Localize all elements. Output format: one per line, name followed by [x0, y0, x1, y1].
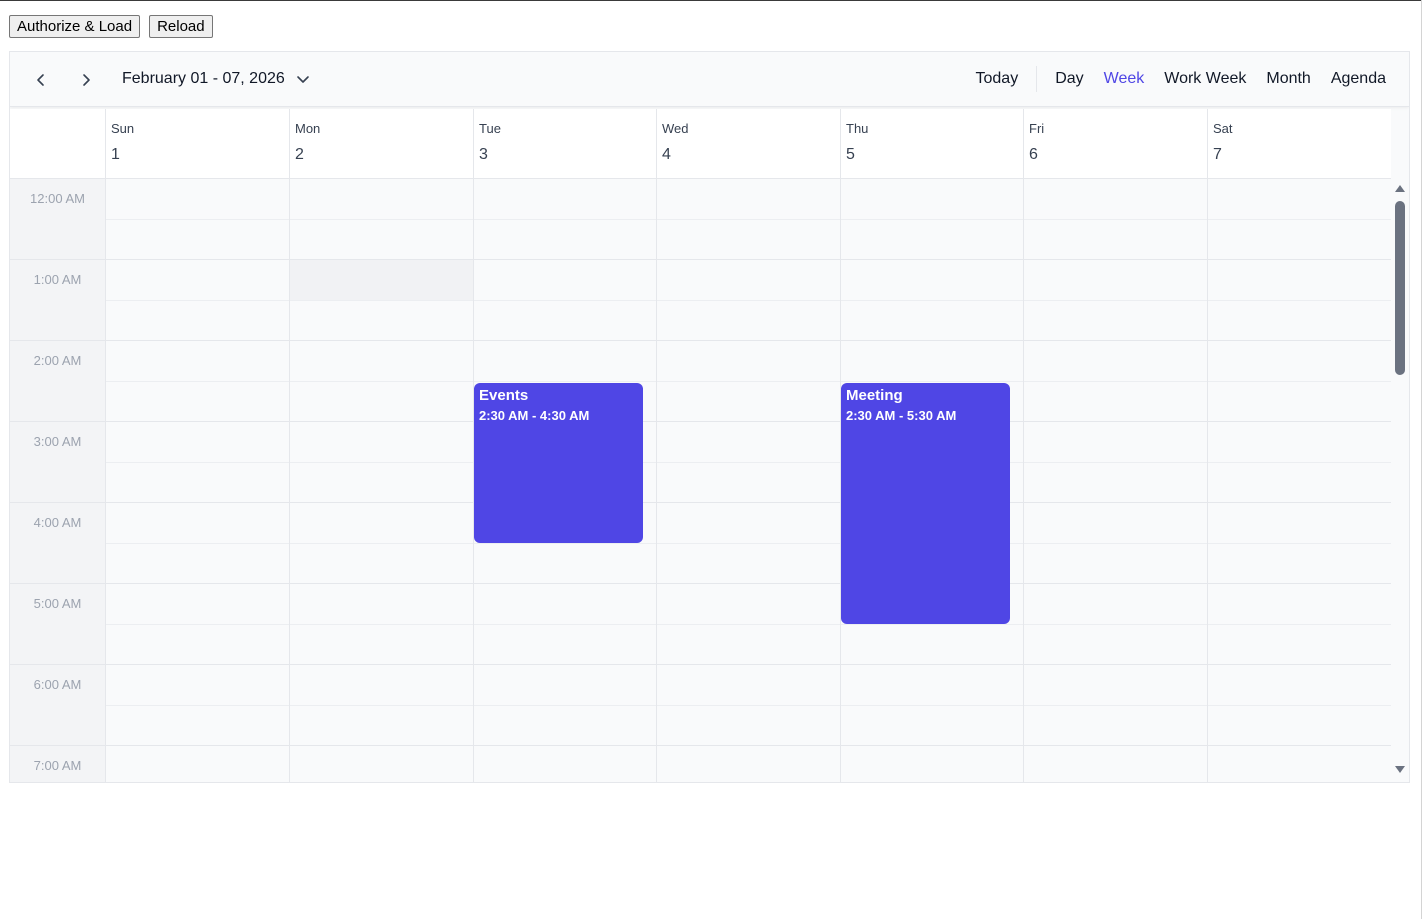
hour-line — [105, 502, 1391, 503]
view-week-button[interactable]: Week — [1094, 66, 1155, 92]
scroll-down-arrow-icon[interactable] — [1395, 766, 1405, 773]
day-header-thu[interactable]: Thu 5 — [840, 109, 1023, 178]
half-hour-line — [105, 543, 1391, 544]
reload-button[interactable]: Reload — [149, 15, 213, 38]
toolbar-divider — [1036, 66, 1038, 92]
day-divider — [656, 179, 657, 782]
day-number[interactable]: 1 — [111, 146, 120, 164]
header-corner — [10, 109, 105, 178]
today-button[interactable]: Today — [966, 66, 1029, 92]
hour-divider — [10, 664, 105, 665]
day-name: Mon — [295, 121, 321, 136]
date-range-picker[interactable]: February 01 - 07, 2026 — [122, 68, 311, 90]
event-time: 2:30 AM - 4:30 AM — [479, 408, 590, 423]
half-hour-line — [105, 300, 1391, 301]
hour-line — [105, 583, 1391, 584]
hour-divider — [10, 421, 105, 422]
day-name: Wed — [662, 121, 689, 136]
time-label: 6:00 AM — [33, 677, 82, 692]
hour-divider — [10, 502, 105, 503]
half-hour-line — [105, 705, 1391, 706]
view-month-button[interactable]: Month — [1256, 66, 1320, 92]
event-title: Events — [479, 387, 529, 404]
day-divider — [105, 179, 106, 782]
day-number[interactable]: 7 — [1213, 146, 1222, 164]
half-hour-line — [105, 462, 1391, 463]
day-name: Fri — [1029, 121, 1045, 136]
day-divider — [289, 179, 290, 782]
hour-line — [105, 259, 1391, 260]
day-header-sun[interactable]: Sun 1 — [105, 109, 289, 178]
time-label: 5:00 AM — [33, 596, 82, 611]
day-header-wed[interactable]: Wed 4 — [656, 109, 840, 178]
scrollbar-thumb[interactable] — [1395, 201, 1405, 375]
time-grid[interactable]: Events 2:30 AM - 4:30 AM Meeting 2:30 AM… — [105, 179, 1391, 782]
day-number[interactable]: 5 — [846, 146, 855, 164]
next-button[interactable] — [75, 69, 97, 91]
hour-divider — [10, 259, 105, 260]
day-header-tue[interactable]: Tue 3 — [473, 109, 656, 178]
chevron-right-icon — [83, 74, 90, 86]
day-name: Tue — [479, 121, 501, 136]
time-label: 1:00 AM — [33, 272, 82, 287]
hour-line — [105, 421, 1391, 422]
hour-divider — [10, 583, 105, 584]
view-work-week-button[interactable]: Work Week — [1154, 66, 1256, 92]
event-card-events[interactable]: Events 2:30 AM - 4:30 AM — [474, 383, 643, 543]
day-header-mon[interactable]: Mon 2 — [289, 109, 473, 178]
time-label: 12:00 AM — [30, 191, 85, 206]
day-number[interactable]: 2 — [295, 146, 304, 164]
view-day-button[interactable]: Day — [1045, 66, 1093, 92]
scheduler-toolbar: February 01 - 07, 2026 Today Day Week Wo… — [10, 52, 1409, 107]
event-title: Meeting — [846, 387, 903, 404]
window-top-border — [0, 0, 1422, 1]
hour-line — [105, 745, 1391, 746]
chevron-left-icon — [37, 74, 44, 86]
day-header-sat[interactable]: Sat 7 — [1207, 109, 1391, 178]
day-name: Thu — [846, 121, 869, 136]
vertical-scrollbar[interactable] — [1391, 179, 1409, 782]
time-column: 12:00 AM 1:00 AM 2:00 AM 3:00 AM 4:00 AM… — [10, 179, 105, 782]
day-divider — [1023, 179, 1024, 782]
chevron-down-icon — [295, 71, 311, 87]
scheduler: February 01 - 07, 2026 Today Day Week Wo… — [9, 51, 1410, 783]
schedule-body: 12:00 AM 1:00 AM 2:00 AM 3:00 AM 4:00 AM… — [10, 179, 1391, 782]
day-header-fri[interactable]: Fri 6 — [1023, 109, 1207, 178]
day-name: Sun — [111, 121, 135, 136]
half-hour-line — [105, 219, 1391, 220]
view-agenda-button[interactable]: Agenda — [1321, 66, 1396, 92]
day-number[interactable]: 3 — [479, 146, 488, 164]
hour-line — [105, 340, 1391, 341]
time-label: 4:00 AM — [33, 515, 82, 530]
hour-divider — [10, 745, 105, 746]
date-range-label: February 01 - 07, 2026 — [122, 70, 285, 87]
hour-line — [105, 664, 1391, 665]
day-number[interactable]: 6 — [1029, 146, 1038, 164]
time-label: 7:00 AM — [33, 758, 82, 773]
day-header-row: Sun 1 Mon 2 Tue 3 Wed 4 Thu 5 Fri 6 Sat … — [10, 109, 1391, 179]
half-hour-line — [105, 624, 1391, 625]
hovered-cell[interactable] — [290, 260, 473, 300]
half-hour-line — [105, 381, 1391, 382]
top-button-bar: Authorize & Load Reload — [9, 15, 213, 38]
authorize-load-button[interactable]: Authorize & Load — [9, 15, 141, 38]
day-divider — [1207, 179, 1208, 782]
previous-button[interactable] — [30, 69, 52, 91]
event-time: 2:30 AM - 5:30 AM — [846, 408, 957, 423]
day-name: Sat — [1213, 121, 1233, 136]
view-switcher: Today Day Week Work Week Month Agenda — [966, 66, 1397, 92]
scroll-up-arrow-icon[interactable] — [1395, 185, 1405, 192]
time-label: 3:00 AM — [33, 434, 82, 449]
time-label: 2:00 AM — [33, 353, 82, 368]
event-card-meeting[interactable]: Meeting 2:30 AM - 5:30 AM — [841, 383, 1010, 624]
day-number[interactable]: 4 — [662, 146, 671, 164]
hour-divider — [10, 340, 105, 341]
